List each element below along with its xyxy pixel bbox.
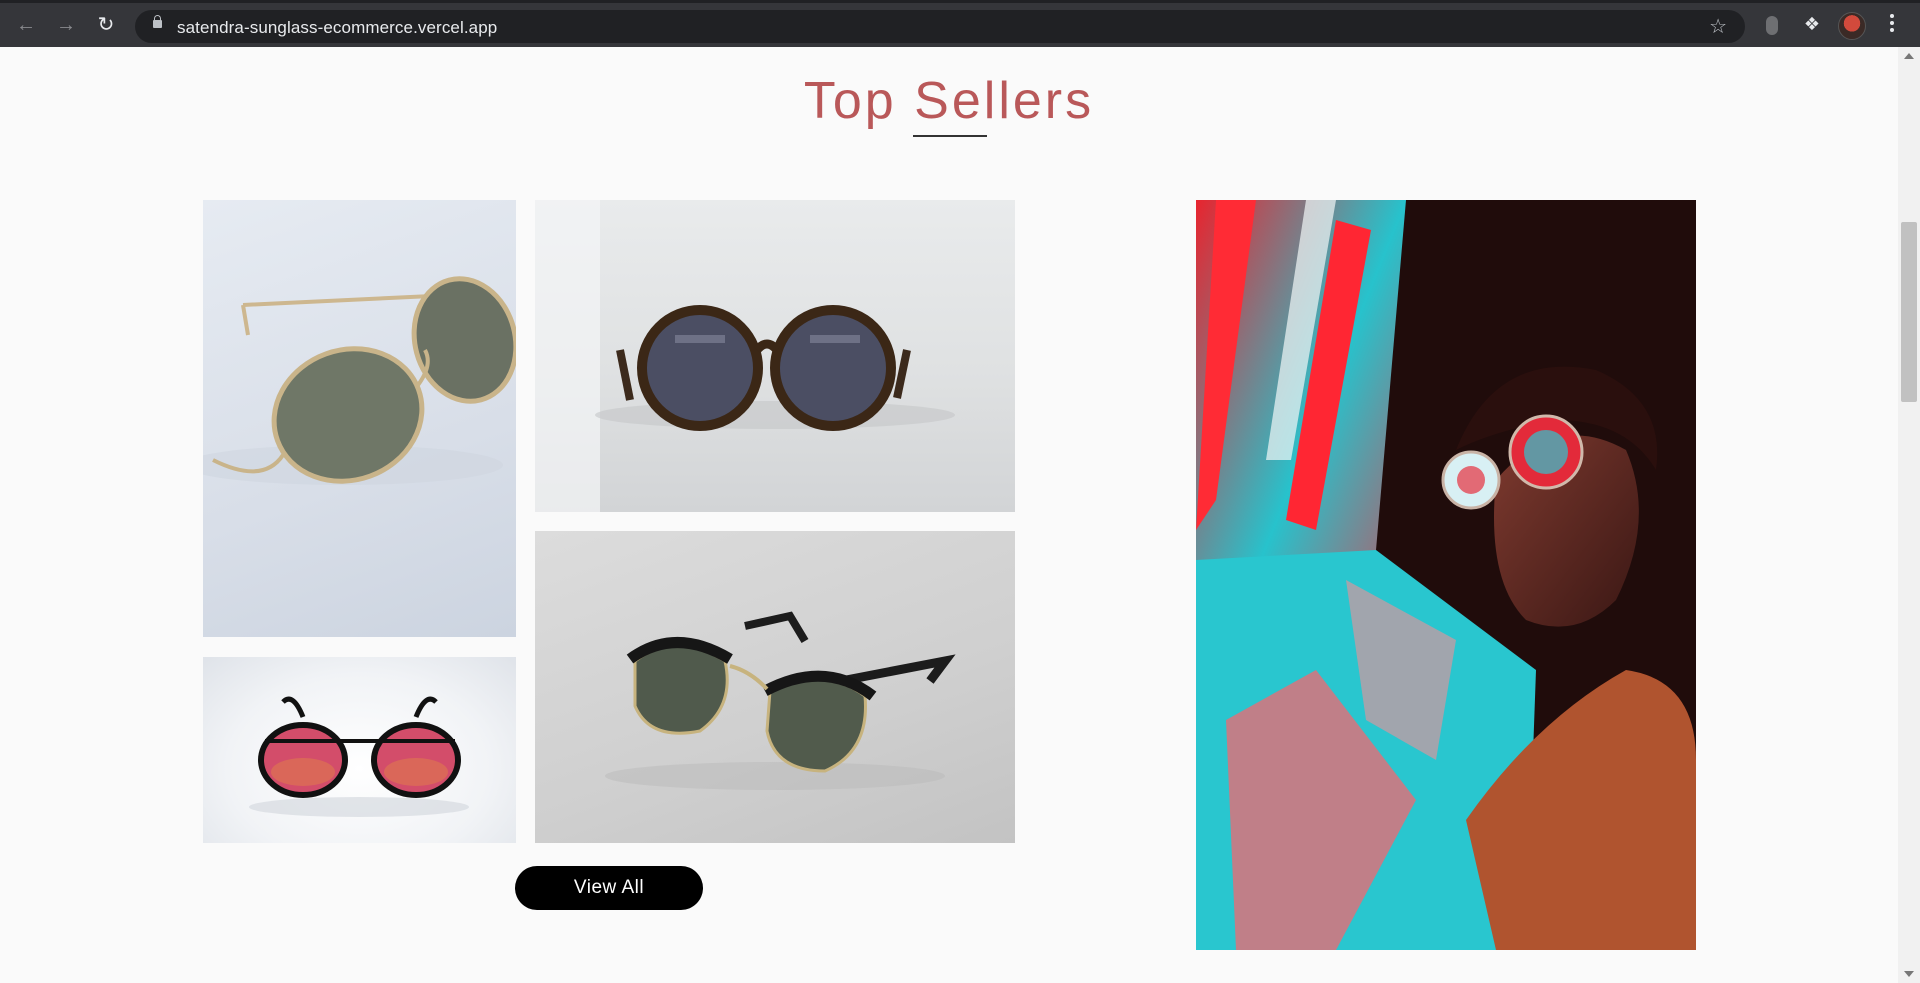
reload-icon[interactable]: ↻ bbox=[94, 13, 118, 37]
browser-toolbar: ← → ↻ satendra-sunglass-ecommerce.vercel… bbox=[0, 0, 1920, 47]
scroll-down-icon[interactable] bbox=[1904, 971, 1914, 977]
product-image-round-gold[interactable] bbox=[203, 200, 516, 637]
view-all-button[interactable]: View All bbox=[515, 866, 703, 910]
lock-icon[interactable] bbox=[153, 15, 162, 28]
product-image-pink-mirrored[interactable] bbox=[203, 657, 516, 843]
url-text[interactable]: satendra-sunglass-ecommerce.vercel.app bbox=[177, 18, 497, 38]
puzzle-icon[interactable]: ❖ bbox=[1801, 13, 1823, 35]
page-content: Top Sellers View All bbox=[0, 47, 1898, 983]
menu-icon[interactable] bbox=[1889, 14, 1895, 36]
address-bar[interactable]: satendra-sunglass-ecommerce.vercel.app ☆ bbox=[135, 10, 1745, 43]
page-scrollbar[interactable] bbox=[1898, 47, 1920, 983]
round-gold-sunglasses-illustration bbox=[203, 276, 516, 485]
section-title: Top Sellers bbox=[803, 72, 1095, 130]
scrollbar-thumb[interactable] bbox=[1901, 222, 1917, 402]
title-underline bbox=[913, 135, 987, 137]
star-icon[interactable]: ☆ bbox=[1709, 14, 1727, 39]
back-icon[interactable]: ← bbox=[14, 13, 38, 37]
extension-icon[interactable] bbox=[1766, 16, 1778, 35]
product-image-clubmaster[interactable] bbox=[535, 531, 1015, 843]
forward-icon[interactable]: → bbox=[54, 13, 78, 37]
profile-avatar[interactable] bbox=[1838, 12, 1866, 40]
tortoiseshell-sunglasses-illustration bbox=[535, 200, 955, 512]
neon-portrait-illustration bbox=[1196, 200, 1696, 950]
clubmaster-sunglasses-illustration bbox=[605, 611, 956, 790]
feature-image-neon-portrait[interactable] bbox=[1196, 200, 1696, 950]
pink-mirrored-sunglasses-illustration bbox=[249, 696, 469, 817]
product-image-tortoiseshell[interactable] bbox=[535, 200, 1015, 512]
scroll-up-icon[interactable] bbox=[1904, 53, 1914, 59]
